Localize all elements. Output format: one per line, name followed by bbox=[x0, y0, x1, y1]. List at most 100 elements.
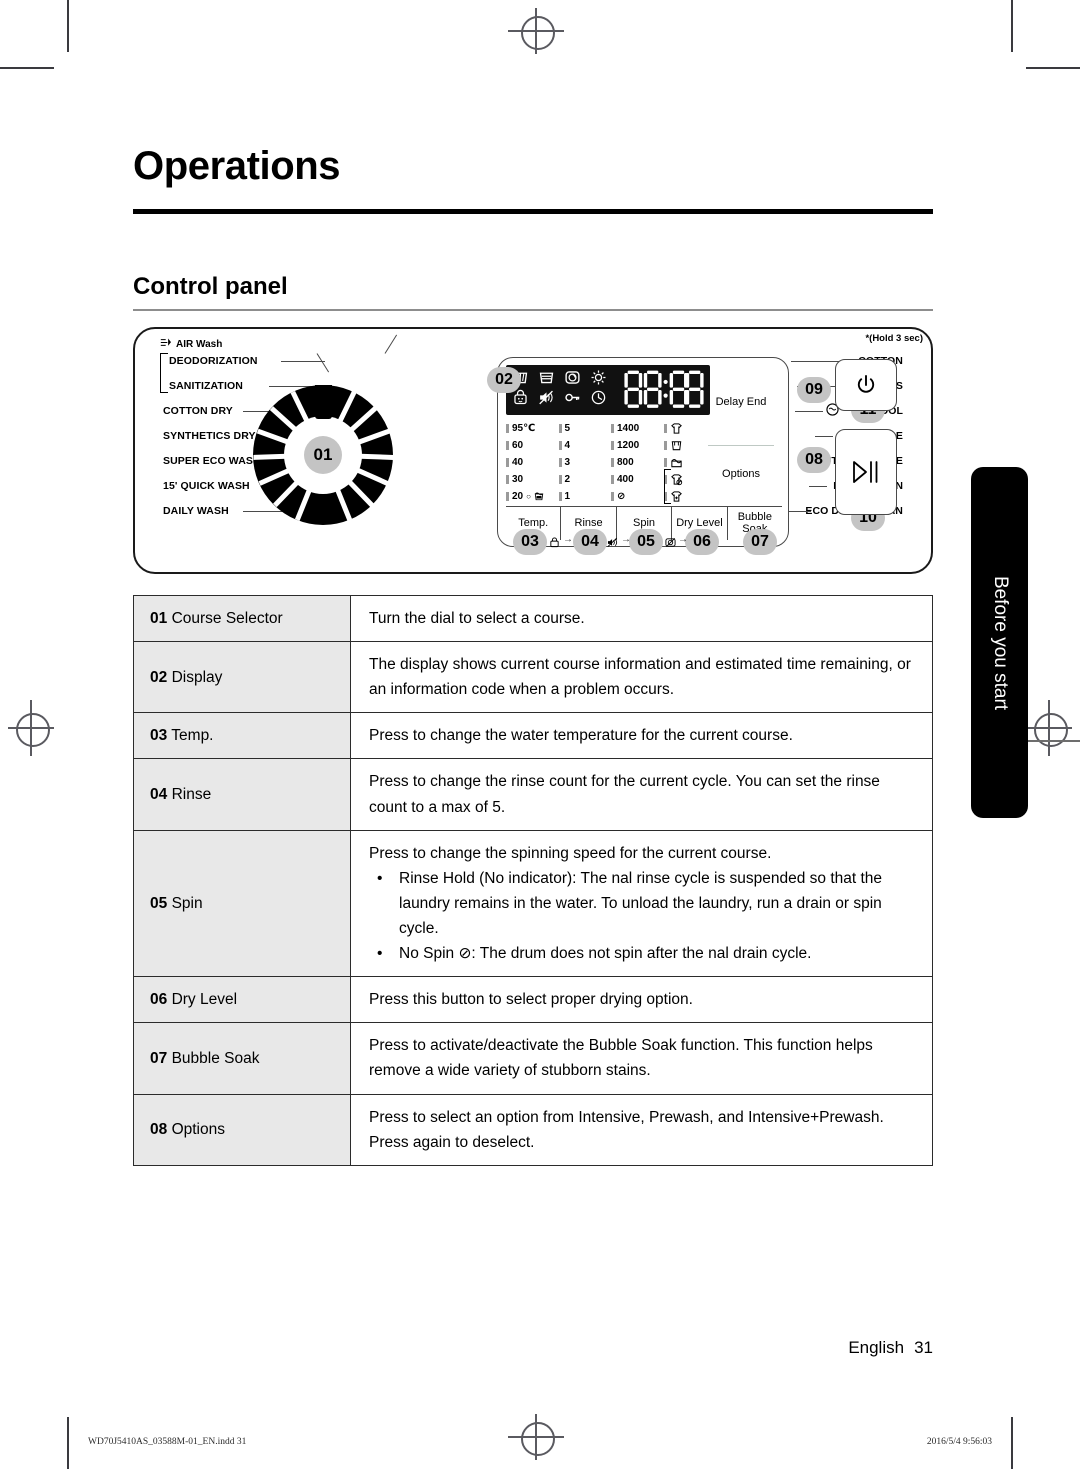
cotton-dry-icon bbox=[671, 440, 681, 450]
row-name: Dry Level bbox=[171, 991, 238, 1009]
led-dot bbox=[506, 423, 509, 433]
row-text: The display shows current course informa… bbox=[369, 656, 911, 699]
cold-wash-icon bbox=[534, 492, 544, 501]
manual-page: Operations Control panel AIR Wash DEODOR… bbox=[0, 0, 1080, 1469]
crop-mark-tl-v bbox=[67, 0, 69, 52]
display-module: 95℃ 60 40 30 20 ○ 5 4 3 2 1 1400 1200 80… bbox=[497, 357, 789, 547]
dry-indicator bbox=[663, 489, 717, 503]
callout-01: 01 bbox=[304, 436, 342, 474]
row-name: Temp. bbox=[171, 727, 214, 745]
spin-indicator: 800 bbox=[611, 455, 664, 469]
crop-mark-tr-h bbox=[1026, 67, 1080, 69]
led-dot bbox=[663, 423, 667, 433]
start-pause-button[interactable] bbox=[835, 429, 897, 515]
display-divider bbox=[708, 445, 774, 447]
rinse-indicator: 2 bbox=[558, 472, 612, 486]
rinse-tub-icon bbox=[539, 372, 554, 384]
cold-circle-symbol: ○ bbox=[526, 491, 531, 501]
crop-mark-br-v bbox=[1011, 1417, 1013, 1469]
callout-06: 06 bbox=[685, 529, 719, 555]
section-underline bbox=[133, 309, 933, 311]
callout-07: 07 bbox=[743, 529, 777, 555]
air-wash-sanitize-icon bbox=[670, 490, 682, 502]
registration-mark-bottom bbox=[508, 1414, 564, 1460]
row-bullet-list: Rinse Hold (No indicator): The nal rinse… bbox=[369, 866, 918, 967]
dial-label-super-eco-wash: SUPER ECO WASH bbox=[163, 455, 261, 467]
table-row: 05 Spin Press to change the spinning spe… bbox=[133, 829, 933, 978]
rinse-indicator: 5 bbox=[558, 421, 612, 435]
air-wash-deodorize-icon bbox=[670, 473, 682, 485]
row-text: Press to activate/deactivate the Bubble … bbox=[369, 1037, 873, 1080]
led-dot bbox=[506, 440, 509, 450]
temp-indicator: 30 bbox=[506, 472, 559, 486]
row-name: Options bbox=[171, 1121, 225, 1139]
row-number: 08 bbox=[150, 1121, 168, 1139]
delay-end-label: Delay End bbox=[715, 396, 767, 408]
lcd-screen bbox=[506, 365, 710, 415]
spin-indicator: ⊘ bbox=[611, 489, 664, 503]
temp-indicator: 60 bbox=[506, 438, 559, 452]
crop-mark-tl-h bbox=[0, 67, 54, 69]
temp-value: 95℃ bbox=[512, 422, 536, 434]
row-bullet: No Spin ⊘: The drum does not spin after … bbox=[369, 941, 918, 966]
dry-indicator bbox=[663, 421, 717, 435]
temp-indicator: 40 bbox=[506, 455, 559, 469]
temp-value: 40 bbox=[512, 456, 524, 468]
dial-label-deodorization: DEODORIZATION bbox=[169, 355, 258, 367]
callout-05: 05 bbox=[629, 529, 663, 555]
spin-indicator: 1400 bbox=[611, 421, 664, 435]
row-name: Rinse bbox=[171, 785, 212, 803]
rinse-value: 2 bbox=[564, 473, 571, 485]
seven-segment-display bbox=[624, 370, 704, 408]
leader-dial-top-left bbox=[316, 353, 330, 373]
rinse-indicator: 4 bbox=[558, 438, 612, 452]
registration-mark-top bbox=[508, 8, 564, 54]
title-underline bbox=[133, 209, 933, 214]
row-value: The display shows current course informa… bbox=[350, 641, 933, 714]
lcd-status-icons bbox=[512, 369, 607, 406]
crop-mark-bl-v bbox=[67, 1417, 69, 1469]
callout-09: 09 bbox=[797, 377, 831, 403]
row-text: Press to change the rinse count for the … bbox=[369, 773, 880, 816]
spin-icon bbox=[565, 371, 580, 384]
led-dot bbox=[558, 440, 562, 450]
dial-label-quick-wash: 15' QUICK WASH bbox=[163, 480, 250, 492]
sound-off-secondary-icon bbox=[607, 537, 618, 548]
spin-value: 800 bbox=[617, 456, 634, 468]
temp-indicator: 95℃ bbox=[506, 421, 559, 435]
power-button[interactable] bbox=[835, 359, 897, 411]
power-icon bbox=[857, 375, 875, 393]
rinse-indicator: 1 bbox=[558, 489, 612, 503]
leader-dial-top-right bbox=[384, 334, 398, 354]
air-wash-text: AIR Wash bbox=[176, 339, 223, 350]
rinse-indicator-column: 5 4 3 2 1 bbox=[558, 421, 612, 503]
rinse-value: 5 bbox=[564, 422, 571, 434]
spin-value: ⊘ bbox=[617, 490, 626, 502]
leader-wool bbox=[795, 411, 823, 412]
table-row: 03 Temp. Press to change the water tempe… bbox=[133, 712, 933, 760]
row-number: 02 bbox=[150, 668, 168, 686]
callout-03: 03 bbox=[513, 529, 547, 555]
row-value: Press to activate/deactivate the Bubble … bbox=[350, 1022, 933, 1095]
course-selector-dial[interactable]: 01 bbox=[252, 385, 394, 525]
led-dot bbox=[611, 423, 614, 433]
arrow-to-spin: → bbox=[621, 534, 631, 545]
temp-value: 30 bbox=[512, 473, 524, 485]
rinse-value: 4 bbox=[564, 439, 571, 451]
led-dot bbox=[506, 491, 509, 501]
row-key: 01 Course Selector bbox=[133, 594, 351, 643]
dry-level-indicator-column bbox=[663, 421, 717, 503]
row-value: Press to change the spinning speed for t… bbox=[350, 829, 933, 978]
section-thumb-tab-label: Before you start bbox=[989, 575, 1011, 710]
dry-level-group-bracket bbox=[664, 469, 671, 504]
air-wash-icon bbox=[160, 338, 171, 346]
table-row: 07 Bubble Soak Press to activate/deactiv… bbox=[133, 1022, 933, 1095]
air-wash-group-label: AIR Wash bbox=[160, 337, 222, 350]
row-key: 02 Display bbox=[133, 641, 351, 714]
row-name: Display bbox=[171, 668, 223, 686]
row-text: Press to change the spinning speed for t… bbox=[369, 844, 772, 862]
control-panel-diagram: AIR Wash DEODORIZATION SANITIZATION COTT… bbox=[133, 327, 933, 574]
led-dot bbox=[611, 440, 614, 450]
temp-indicator: 20 ○ bbox=[506, 489, 559, 503]
print-timestamp: 2016/5/4 9:56:03 bbox=[926, 1437, 992, 1447]
